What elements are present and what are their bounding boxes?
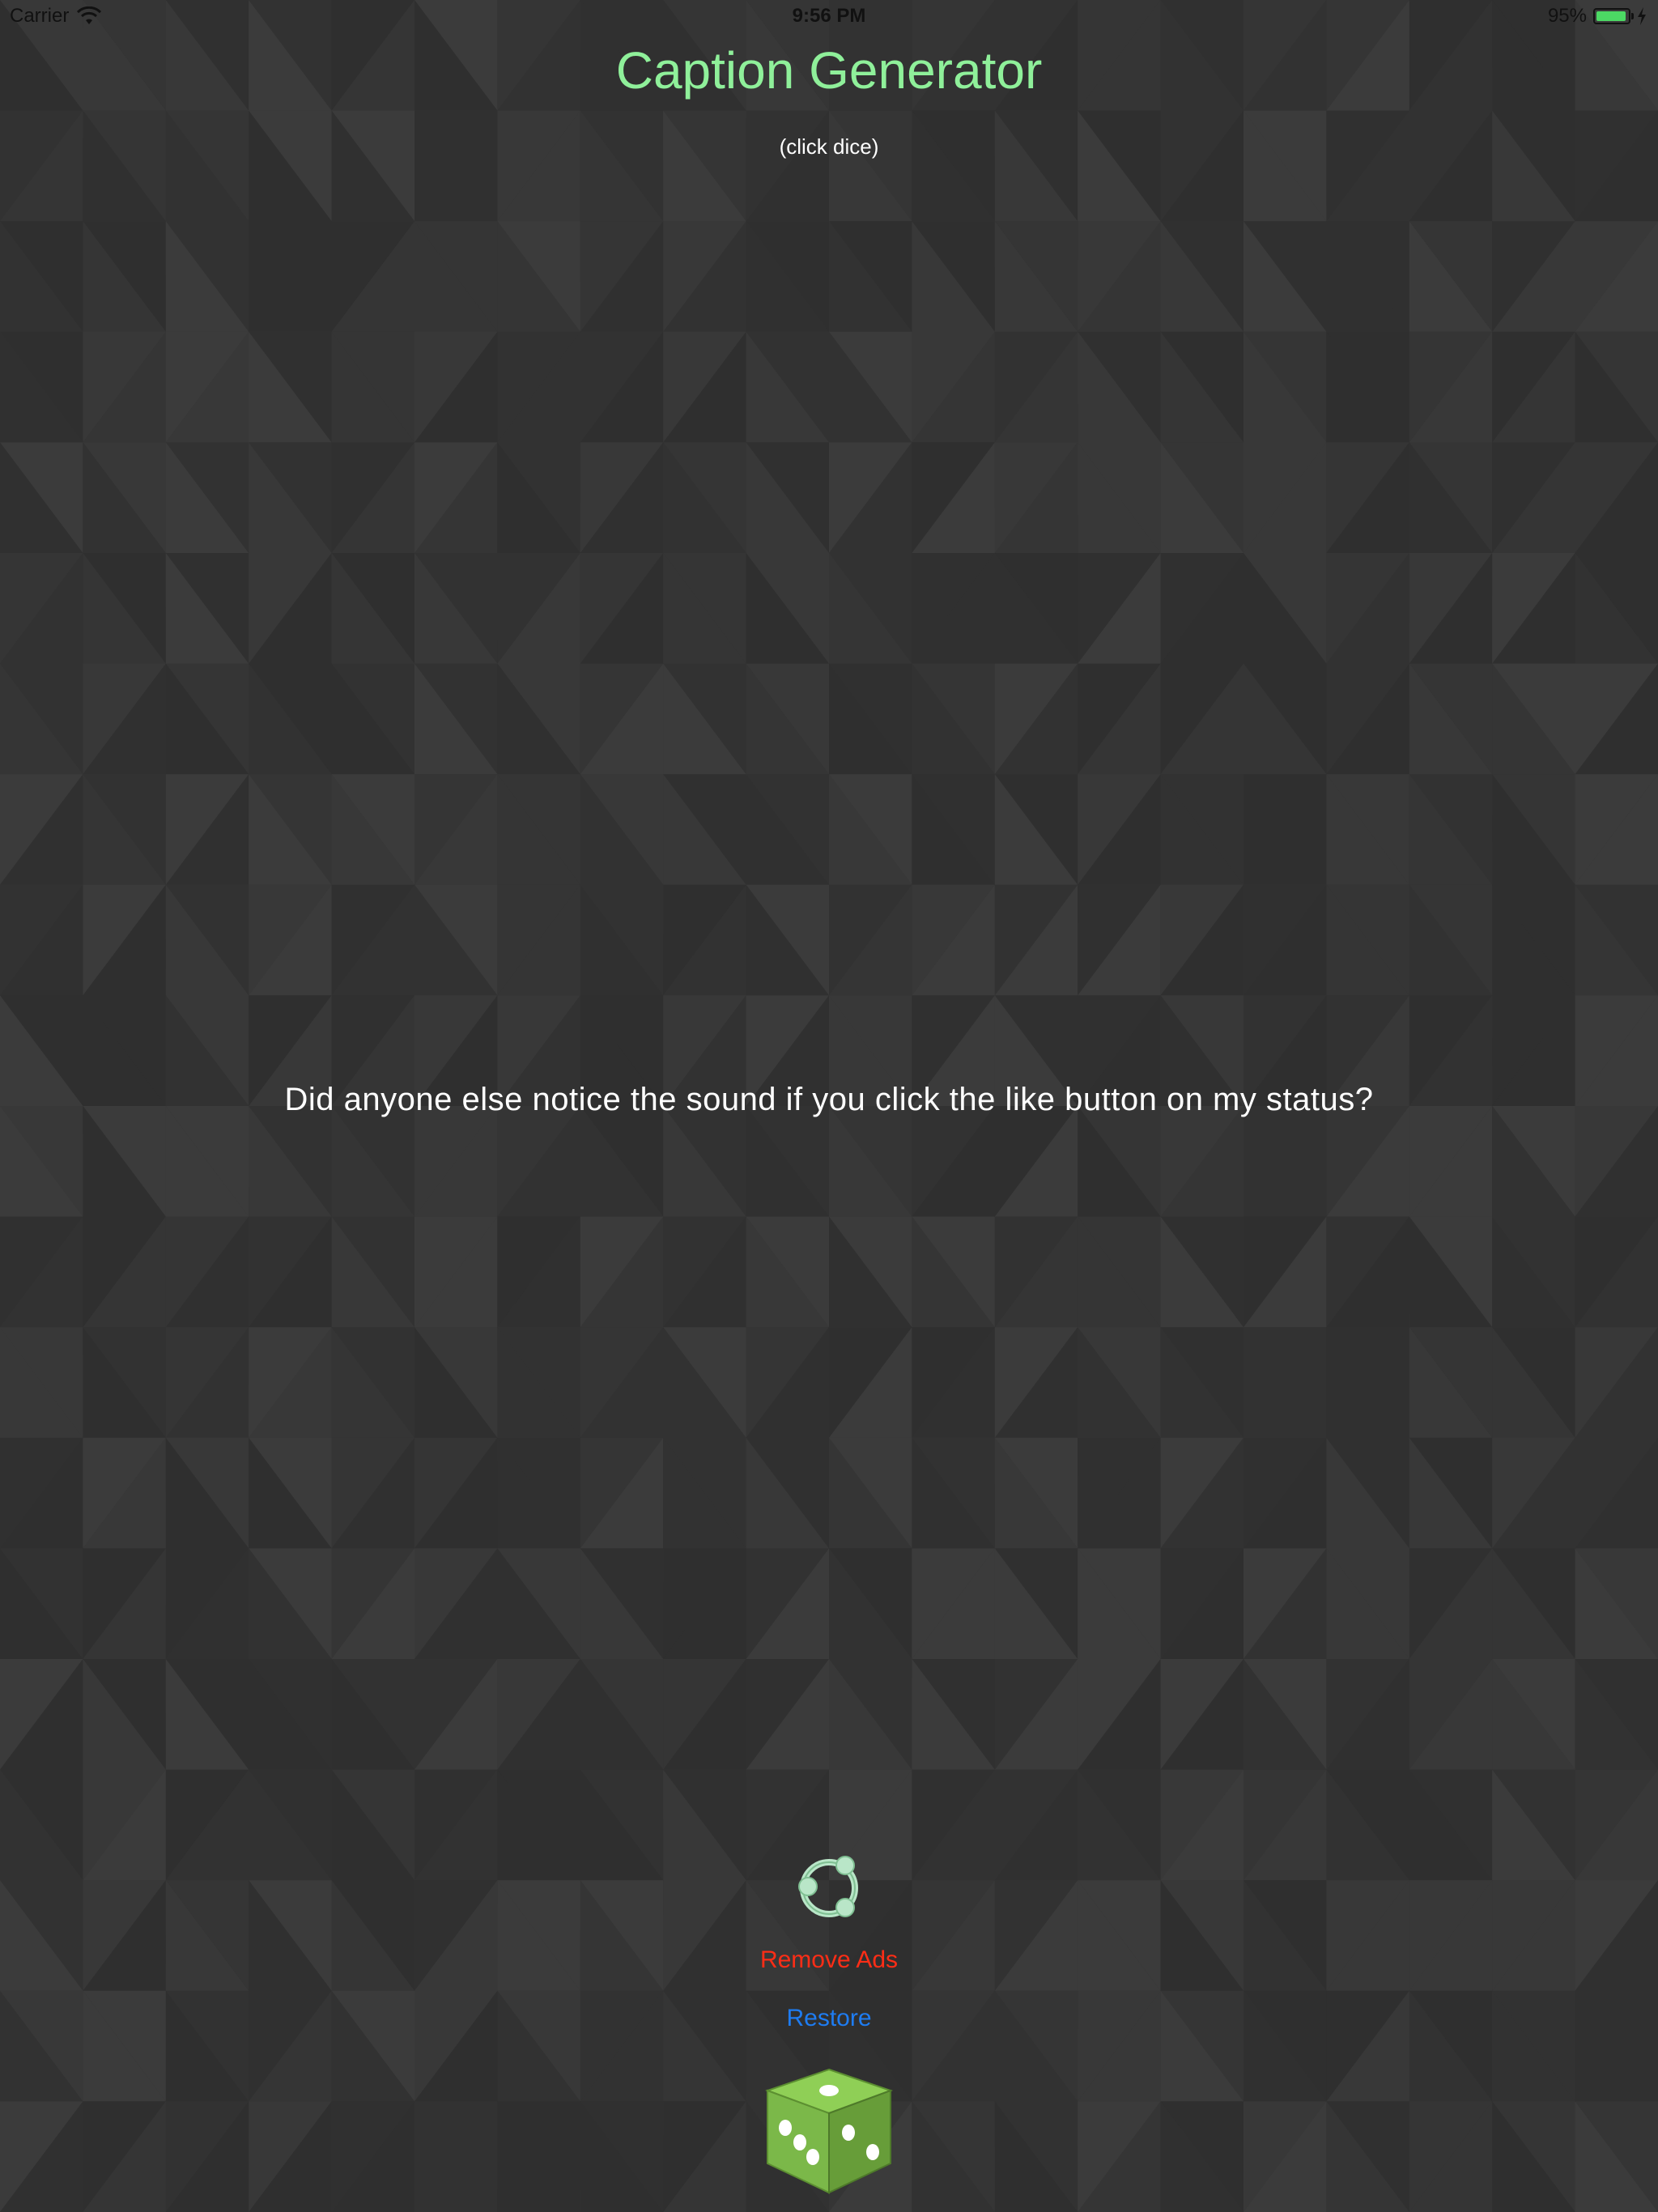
battery-icon xyxy=(1593,8,1630,24)
charging-bolt-icon xyxy=(1638,7,1646,25)
battery-tip xyxy=(1631,13,1634,19)
status-time: 9:56 PM xyxy=(792,5,866,27)
battery-fill xyxy=(1596,11,1626,21)
status-bar: Carrier 9:56 PM 95% xyxy=(0,0,1658,32)
battery-percent: 95% xyxy=(1547,5,1587,27)
battery-indicator: 95% xyxy=(1548,5,1647,28)
generated-caption: Did anyone else notice the sound if you … xyxy=(284,1082,1374,1117)
dice-hint: (click dice) xyxy=(779,134,879,159)
restore-button[interactable]: Restore xyxy=(0,2005,1658,2032)
remove-ads-button[interactable]: Remove Ads xyxy=(0,1946,1658,1974)
share-icon[interactable] xyxy=(792,1851,866,1925)
page-title: Caption Generator xyxy=(615,41,1043,100)
dice-icon[interactable] xyxy=(761,2066,897,2196)
